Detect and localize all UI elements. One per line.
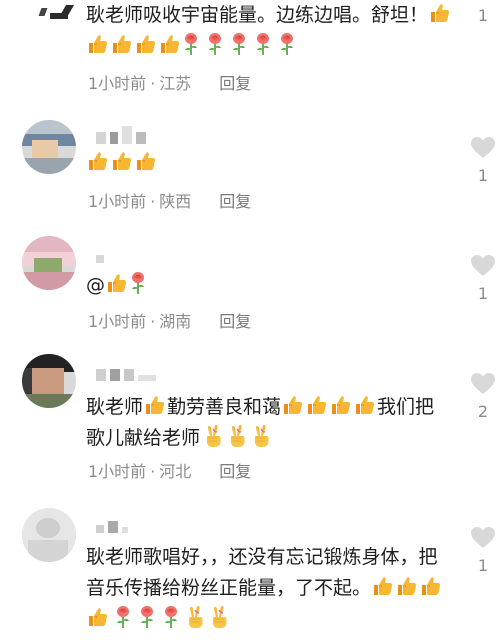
crossed-fingers-emoji (186, 605, 204, 629)
thumbs-up-emoji (134, 149, 158, 173)
thumbs-up-emoji (86, 149, 110, 173)
comment-text-content: 勤劳善良和蔼 (167, 396, 282, 418)
comment-meta: 1小时前 · 江苏 回复 (88, 70, 251, 94)
avatar-fragment (38, 5, 75, 21)
avatar[interactable] (22, 508, 76, 562)
comment-text: @ (86, 270, 452, 301)
rose-emoji (162, 605, 180, 629)
comment-time: 1小时前 (88, 312, 147, 331)
username-mosaic[interactable] (96, 518, 132, 533)
comment-meta: 1小时前 · 湖南 回复 (88, 308, 251, 332)
heart-icon (470, 254, 496, 278)
thumbs-up-emoji (419, 574, 443, 598)
rose-emoji (206, 32, 224, 56)
like-button[interactable]: 2 (470, 372, 496, 421)
rose-emoji (114, 605, 132, 629)
username-mosaic[interactable] (96, 248, 108, 263)
thumbs-up-emoji (158, 32, 182, 56)
rose-emoji (138, 605, 156, 629)
rose-emoji (182, 32, 200, 56)
comment-location: 河北 (159, 462, 192, 481)
mention-symbol: @ (86, 274, 105, 296)
comment-text-content: 耿老师吸收宇宙能量。边练边唱。舒坦！ (86, 4, 429, 26)
thumbs-up-emoji (395, 574, 419, 598)
comment-text (86, 148, 452, 179)
rose-emoji (254, 32, 272, 56)
crossed-fingers-emoji (210, 605, 228, 629)
crossed-fingers-emoji (228, 424, 246, 448)
like-button[interactable]: 1 (470, 0, 496, 25)
username-mosaic[interactable] (96, 126, 150, 144)
comment-meta: 1小时前 · 河北 回复 (88, 458, 251, 482)
thumbs-up-emoji (371, 574, 395, 598)
rose-emoji (278, 32, 296, 56)
comment-location: 陕西 (159, 192, 192, 211)
comment-text-content: 耿老师 (86, 396, 144, 418)
meta-separator: · (150, 312, 156, 331)
like-count: 2 (477, 402, 489, 421)
crossed-fingers-emoji (204, 424, 222, 448)
meta-separator: · (150, 192, 156, 211)
comment-location: 江苏 (159, 74, 192, 93)
thumbs-up-emoji (105, 271, 129, 295)
thumbs-up-emoji (428, 1, 452, 25)
like-button[interactable]: 1 (470, 136, 496, 185)
avatar[interactable] (22, 120, 76, 174)
thumbs-up-emoji (86, 32, 110, 56)
heart-icon (470, 526, 496, 550)
comment-location: 湖南 (159, 312, 192, 331)
like-count: 1 (477, 166, 489, 185)
like-count: 1 (477, 556, 489, 575)
avatar[interactable] (22, 236, 76, 290)
reply-button[interactable]: 回复 (219, 74, 251, 93)
comment-time: 1小时前 (88, 462, 147, 481)
heart-icon (470, 136, 496, 160)
reply-button[interactable]: 回复 (219, 462, 251, 481)
thumbs-up-emoji (305, 393, 329, 417)
like-count: 1 (477, 284, 489, 303)
thumbs-up-emoji (353, 393, 377, 417)
comment-time: 1小时前 (88, 192, 147, 211)
comment-text: 耿老师 勤劳善良和蔼 我们把歌儿献给老师 (86, 392, 452, 454)
thumbs-up-emoji (110, 32, 134, 56)
comment-text: 耿老师吸收宇宙能量。边练边唱。舒坦！ (86, 0, 452, 62)
rose-emoji (129, 271, 147, 295)
thumbs-up-emoji (110, 149, 134, 173)
username-mosaic[interactable] (96, 366, 160, 381)
meta-separator: · (150, 462, 156, 481)
heart-icon (470, 372, 496, 396)
comment-text: 耿老师歌唱好，，还没有忘记锻炼身体，把音乐传播给粉丝正能量，了不起。 (86, 542, 452, 635)
like-button[interactable]: 1 (470, 526, 496, 575)
thumbs-up-emoji (86, 605, 110, 629)
rose-emoji (230, 32, 248, 56)
avatar[interactable] (22, 354, 76, 408)
thumbs-up-emoji (281, 393, 305, 417)
thumbs-up-emoji (329, 393, 353, 417)
reply-button[interactable]: 回复 (219, 192, 251, 211)
comment-time: 1小时前 (88, 74, 147, 93)
comment-meta: 1小时前 · 陕西 回复 (88, 188, 251, 212)
like-count: 1 (477, 6, 489, 25)
thumbs-up-emoji (134, 32, 158, 56)
meta-separator: · (150, 74, 156, 93)
like-button[interactable]: 1 (470, 254, 496, 303)
crossed-fingers-emoji (252, 424, 270, 448)
reply-button[interactable]: 回复 (219, 312, 251, 331)
thumbs-up-emoji (143, 393, 167, 417)
